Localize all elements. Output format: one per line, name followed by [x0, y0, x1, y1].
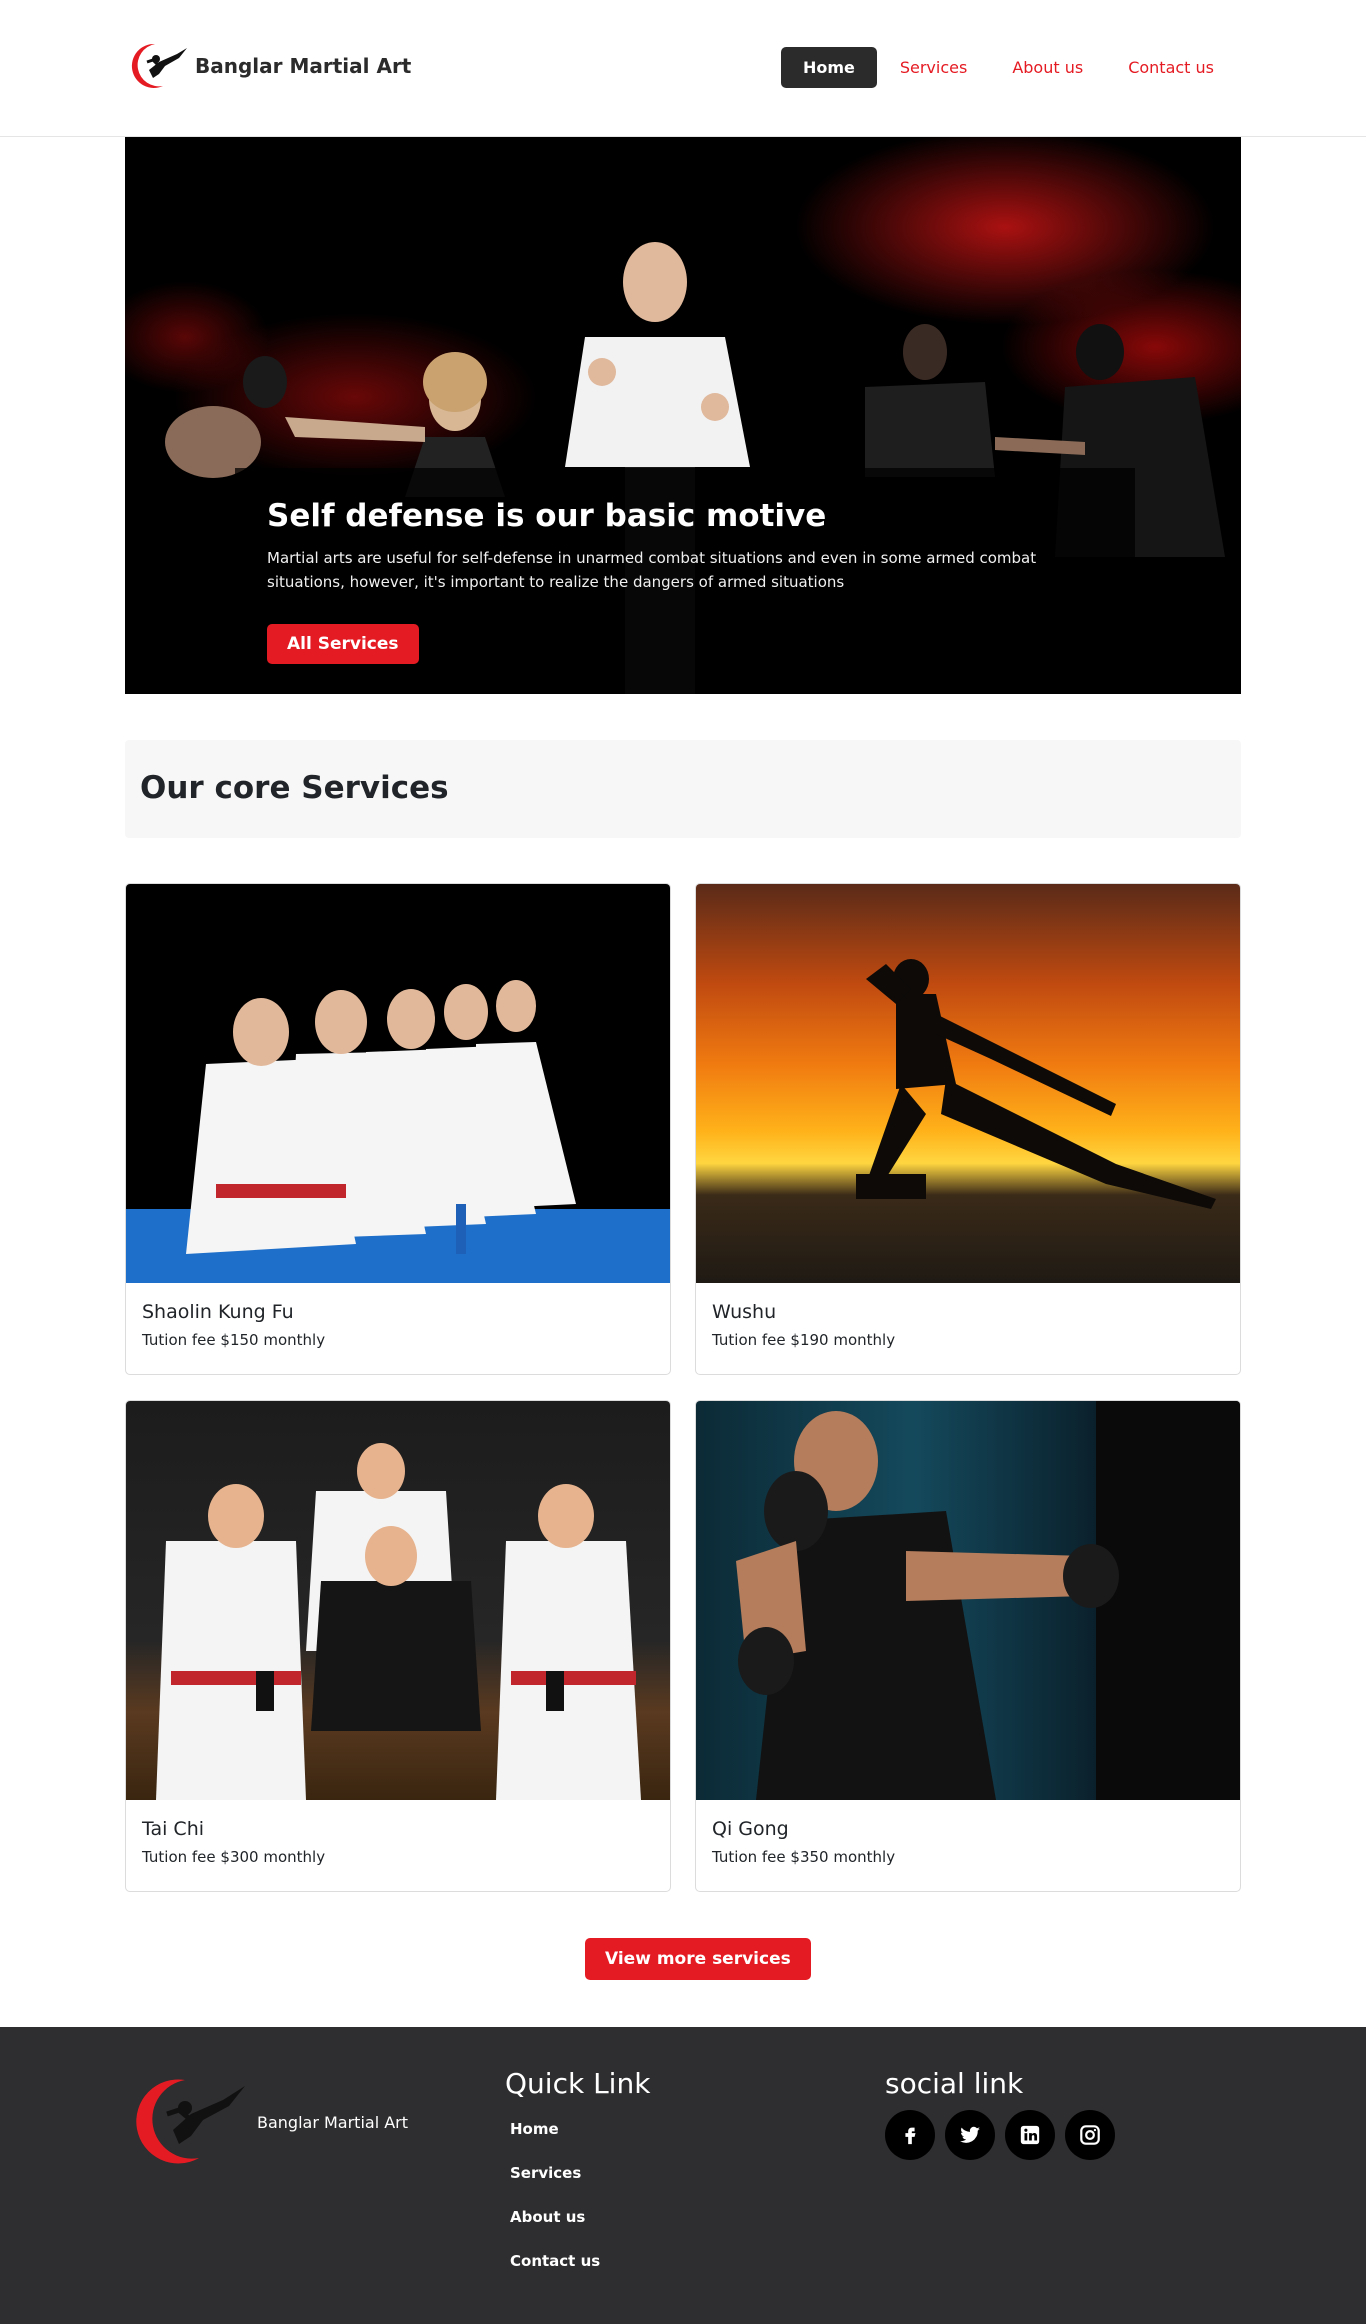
twitter-icon[interactable]: [945, 2110, 995, 2160]
boxer-punching-bag-image: [696, 1401, 1240, 1800]
card-title: Wushu: [712, 1301, 777, 1323]
footer-brand[interactable]: Banglar Martial Art: [133, 2072, 408, 2172]
hero-description: Martial arts are useful for self-defense…: [267, 549, 1037, 591]
footer-link-about-us[interactable]: About us: [505, 2202, 650, 2226]
service-card-qi-gong[interactable]: Qi Gong Tution fee $350 monthly: [695, 1400, 1241, 1892]
martial-artist-logo-icon: [129, 40, 191, 92]
nav-services[interactable]: Services: [878, 47, 989, 88]
card-fee: Tution fee $150 monthly: [142, 1331, 326, 1349]
card-title: Tai Chi: [142, 1818, 205, 1840]
service-card-wushu[interactable]: Wushu Tution fee $190 monthly: [695, 883, 1241, 1375]
quick-links: Quick Link Home Services About us Contac…: [505, 2067, 650, 2290]
hero-banner: Self defense is our basic motive Martial…: [125, 137, 1241, 694]
footer-link-services[interactable]: Services: [505, 2158, 650, 2182]
instagram-icon[interactable]: [1065, 2110, 1115, 2160]
quick-links-title: Quick Link: [505, 2067, 651, 2100]
sunset-silhouette-image: [696, 884, 1240, 1283]
kneeling-students-image: [126, 884, 670, 1283]
service-card-shaolin-kung-fu[interactable]: Shaolin Kung Fu Tution fee $150 monthly: [125, 883, 671, 1375]
service-card-tai-chi[interactable]: Tai Chi Tution fee $300 monthly: [125, 1400, 671, 1892]
navbar: Banglar Martial Art Home Services About …: [0, 0, 1366, 137]
martial-artist-logo-icon: [133, 2072, 249, 2172]
instructors-group-image: [126, 1401, 670, 1800]
linkedin-icon[interactable]: [1005, 2110, 1055, 2160]
nav-about-us[interactable]: About us: [990, 47, 1105, 88]
card-fee: Tution fee $190 monthly: [712, 1331, 896, 1349]
footer: Banglar Martial Art Quick Link Home Serv…: [0, 2027, 1366, 2324]
card-fee: Tution fee $350 monthly: [712, 1848, 896, 1866]
nav-contact-us[interactable]: Contact us: [1106, 47, 1236, 88]
card-title: Shaolin Kung Fu: [142, 1301, 294, 1323]
hero-caption: Self defense is our basic motive Martial…: [235, 468, 1135, 694]
card-fee: Tution fee $300 monthly: [142, 1848, 326, 1866]
view-more-services-button[interactable]: View more services: [585, 1938, 811, 1980]
nav-home[interactable]: Home: [780, 47, 877, 88]
brand[interactable]: Banglar Martial Art: [129, 40, 411, 92]
services-section-header: Our core Services: [125, 740, 1241, 838]
brand-name: Banglar Martial Art: [195, 54, 412, 78]
social-links-title: social link: [885, 2067, 1024, 2100]
all-services-button[interactable]: All Services: [267, 624, 419, 664]
footer-brand-name: Banglar Martial Art: [257, 2112, 409, 2132]
services-section-title: Our core Services: [140, 770, 449, 806]
facebook-icon[interactable]: [885, 2110, 935, 2160]
card-title: Qi Gong: [712, 1818, 789, 1840]
footer-link-contact-us[interactable]: Contact us: [505, 2246, 650, 2270]
social-links: social link: [885, 2067, 1125, 2160]
main-nav: Home Services About us Contact us: [780, 47, 1236, 88]
hero-title: Self defense is our basic motive: [267, 498, 827, 534]
footer-link-home[interactable]: Home: [505, 2114, 650, 2138]
